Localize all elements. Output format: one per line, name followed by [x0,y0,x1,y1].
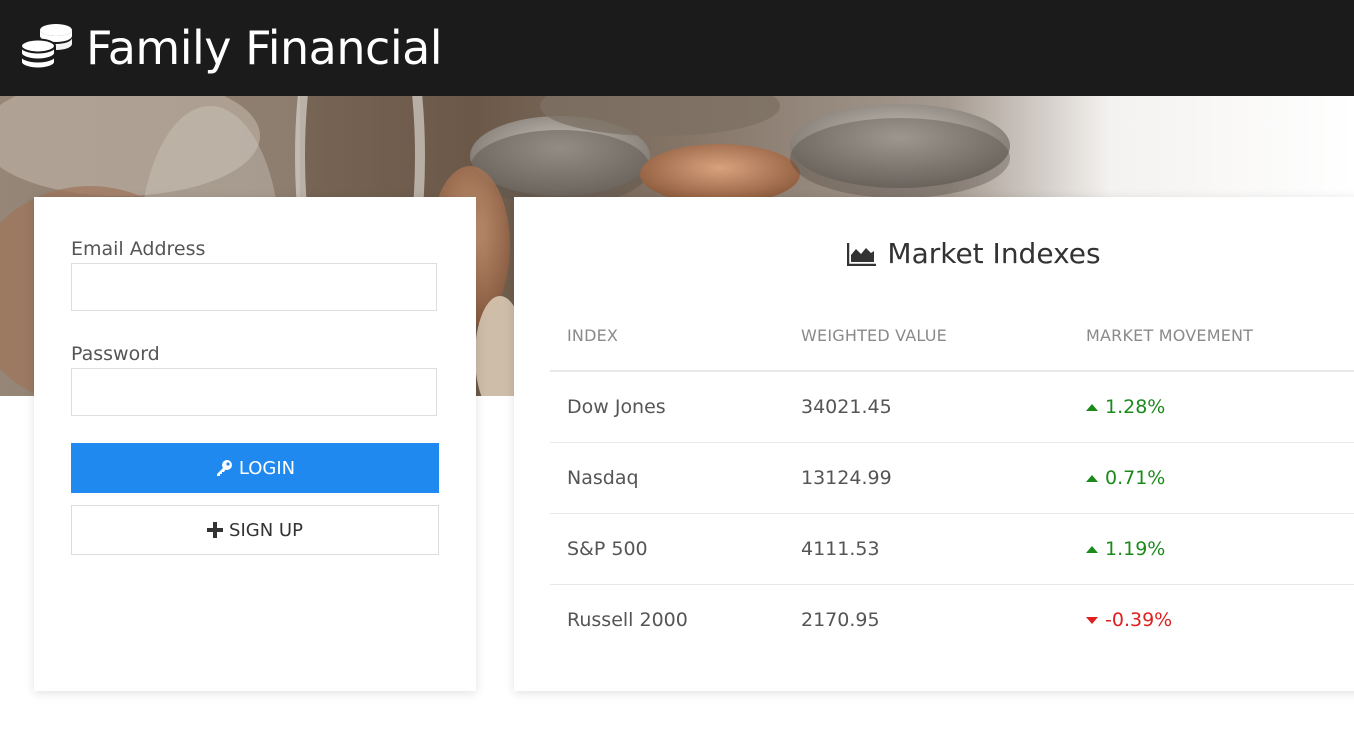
table-header-row: INDEX WEIGHTED VALUE MARKET MOVEMENT [550,300,1354,372]
table-row: S&P 500 4111.53 1.19% [550,513,1354,585]
app-title: Family Financial [86,21,443,75]
table-row: Nasdaq 13124.99 0.71% [550,442,1354,514]
index-name: Russell 2000 [567,609,688,631]
area-chart-icon [847,242,877,266]
password-label: Password [71,343,160,365]
market-movement: 1.28% [1086,396,1354,418]
movement-value: -0.39% [1105,609,1173,631]
caret-up-icon [1086,403,1098,411]
password-field[interactable] [71,368,437,416]
caret-down-icon [1086,616,1098,624]
movement-value: 0.71% [1105,467,1166,489]
login-card: Email Address Password LOGIN SIGN UP [34,197,476,691]
weighted-value: 13124.99 [784,442,1069,514]
signup-button-label: SIGN UP [229,519,303,541]
column-header-index: INDEX [550,300,784,372]
column-header-weighted-value: WEIGHTED VALUE [784,300,1069,372]
market-movement: 0.71% [1086,467,1354,489]
email-label: Email Address [71,238,206,260]
movement-value: 1.28% [1105,396,1166,418]
market-movement: -0.39% [1086,609,1354,631]
column-header-market-movement: MARKET MOVEMENT [1069,300,1354,372]
caret-up-icon [1086,474,1098,482]
key-icon [216,460,232,476]
table-row: Dow Jones 34021.45 1.28% [550,371,1354,443]
index-name: Nasdaq [550,442,784,514]
email-field[interactable] [71,263,437,311]
movement-value: 1.19% [1105,538,1166,560]
plus-icon [207,522,224,538]
weighted-value: 34021.45 [784,371,1069,443]
market-title-text: Market Indexes [887,237,1101,270]
market-movement: 1.19% [1086,538,1354,560]
index-name: S&P 500 [550,513,784,585]
market-indexes-table: INDEX WEIGHTED VALUE MARKET MOVEMENT Dow… [550,300,1354,655]
weighted-value: 4111.53 [784,513,1069,585]
login-button-label: LOGIN [238,457,296,479]
signup-button[interactable]: SIGN UP [71,505,439,555]
weighted-value: 2170.95 [801,609,880,631]
market-title: Market Indexes [514,237,1354,270]
login-button[interactable]: LOGIN [71,443,439,493]
caret-up-icon [1086,545,1098,553]
top-navbar: Family Financial [0,0,1354,96]
market-indexes-card: Market Indexes INDEX WEIGHTED VALUE MARK… [514,197,1354,691]
table-row: Russell 2000 2170.95 -0.39% [550,585,1354,656]
coins-icon [20,24,72,70]
index-name: Dow Jones [550,371,784,443]
